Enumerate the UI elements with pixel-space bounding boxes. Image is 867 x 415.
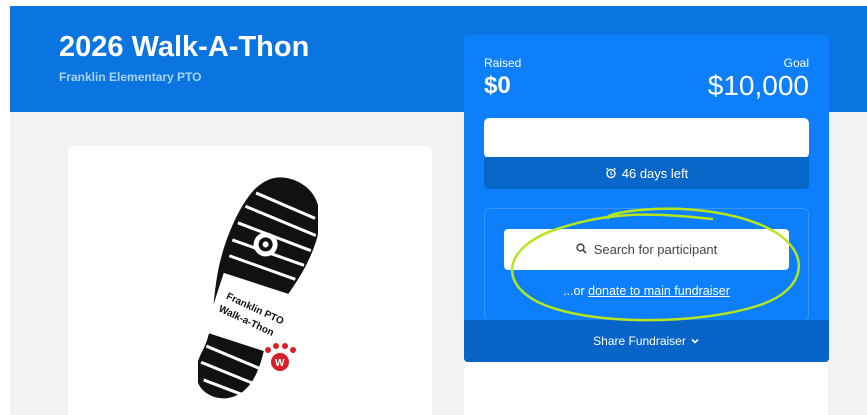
shoe-print-icon: Franklin PTO Walk-a-Thon W	[198, 177, 318, 399]
participant-search-input[interactable]: Search for participant	[504, 229, 789, 270]
alarm-clock-icon	[605, 167, 617, 179]
paw-badge-letter: W	[275, 358, 285, 369]
details-card	[464, 362, 828, 415]
donate-line: ...or donate to main fundraiser	[485, 284, 808, 298]
search-placeholder: Search for participant	[593, 242, 718, 257]
share-fundraiser-button[interactable]: Share Fundraiser	[464, 320, 829, 362]
days-left-text: 46 days left	[621, 165, 689, 181]
fundraiser-image-card: Franklin PTO Walk-a-Thon W	[68, 146, 432, 415]
progress-bar	[484, 118, 809, 158]
goal-label: Goal	[783, 56, 809, 70]
donate-main-fundraiser-link[interactable]: donate to main fundraiser	[588, 284, 730, 298]
chevron-down-icon	[690, 334, 700, 348]
goal-amount: $10,000	[707, 70, 809, 101]
raised-amount: $0	[484, 72, 511, 99]
days-left-bar: 46 days left	[484, 157, 809, 189]
fundraiser-panel: Raised $0 Goal $10,000 46 days left Sear…	[464, 35, 829, 362]
or-prefix: ...or	[563, 284, 589, 298]
page-title: 2026 Walk-A-Thon	[59, 31, 310, 63]
participant-search-box: Search for participant ...or donate to m…	[484, 208, 809, 321]
search-icon	[576, 242, 587, 257]
page-edge	[0, 0, 10, 415]
share-fundraiser-label: Share Fundraiser	[593, 334, 686, 348]
raised-label: Raised	[484, 56, 522, 70]
organization-name: Franklin Elementary PTO	[59, 70, 202, 84]
